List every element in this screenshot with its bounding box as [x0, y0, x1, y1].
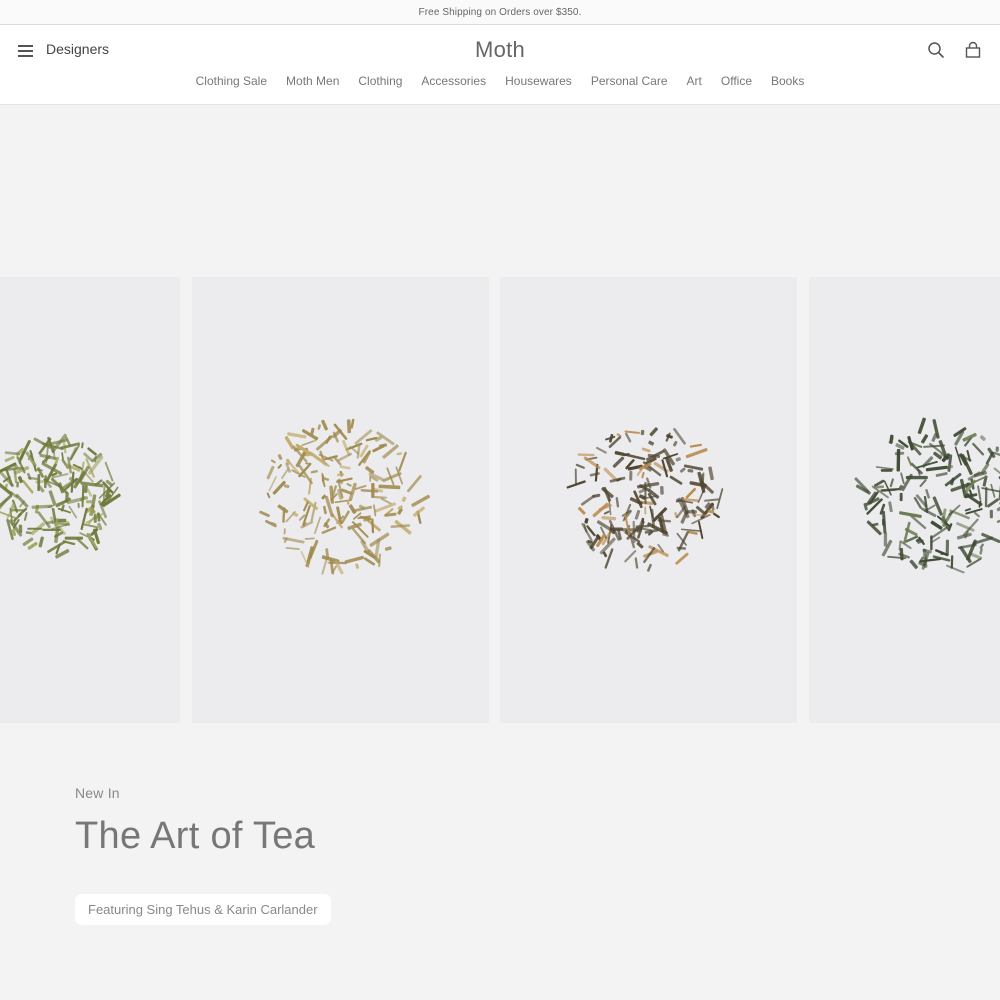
hero-eyebrow: New In: [75, 785, 120, 801]
announcement-bar: Free Shipping on Orders over $350.: [0, 0, 1000, 25]
main-nav: Clothing Sale Moth Men Clothing Accessor…: [0, 74, 1000, 88]
hero-cta-button[interactable]: Featuring Sing Tehus & Karin Carlander: [75, 894, 331, 925]
product-carousel[interactable]: [0, 277, 1000, 723]
nav-item-office[interactable]: Office: [721, 74, 752, 88]
nav-item-clothing-sale[interactable]: Clothing Sale: [196, 74, 267, 88]
nav-item-clothing[interactable]: Clothing: [358, 74, 402, 88]
tea-pile-image: [259, 418, 431, 575]
hero-title: The Art of Tea: [75, 815, 316, 857]
nav-item-personal-care[interactable]: Personal Care: [591, 74, 668, 88]
nav-item-books[interactable]: Books: [771, 74, 804, 88]
site-header: Designers Moth Clothing Sale Moth Men Cl…: [0, 25, 1000, 105]
hero-caption: New In The Art of Tea: [75, 785, 315, 858]
announcement-text: Free Shipping on Orders over $350.: [418, 6, 582, 18]
nav-item-art[interactable]: Art: [687, 74, 702, 88]
tea-pile-image: [0, 433, 121, 559]
logo[interactable]: Moth: [475, 37, 525, 62]
nav-item-moth-men[interactable]: Moth Men: [286, 74, 339, 88]
designers-link[interactable]: Designers: [46, 41, 109, 57]
bag-icon[interactable]: [963, 40, 983, 60]
tea-pile-image: [566, 427, 724, 572]
carousel-panel-black-tea[interactable]: [500, 277, 797, 723]
tea-pile-image: [854, 417, 1000, 574]
nav-item-accessories[interactable]: Accessories: [421, 74, 486, 88]
carousel-panel-hojicha[interactable]: [192, 277, 489, 723]
nav-item-housewares[interactable]: Housewares: [505, 74, 572, 88]
logo-wrapper: Moth: [0, 37, 1000, 63]
menu-icon[interactable]: [18, 42, 34, 58]
carousel-panel-sencha[interactable]: [809, 277, 1000, 723]
carousel-panel-green-tea[interactable]: [0, 277, 180, 723]
search-icon[interactable]: [926, 40, 946, 60]
